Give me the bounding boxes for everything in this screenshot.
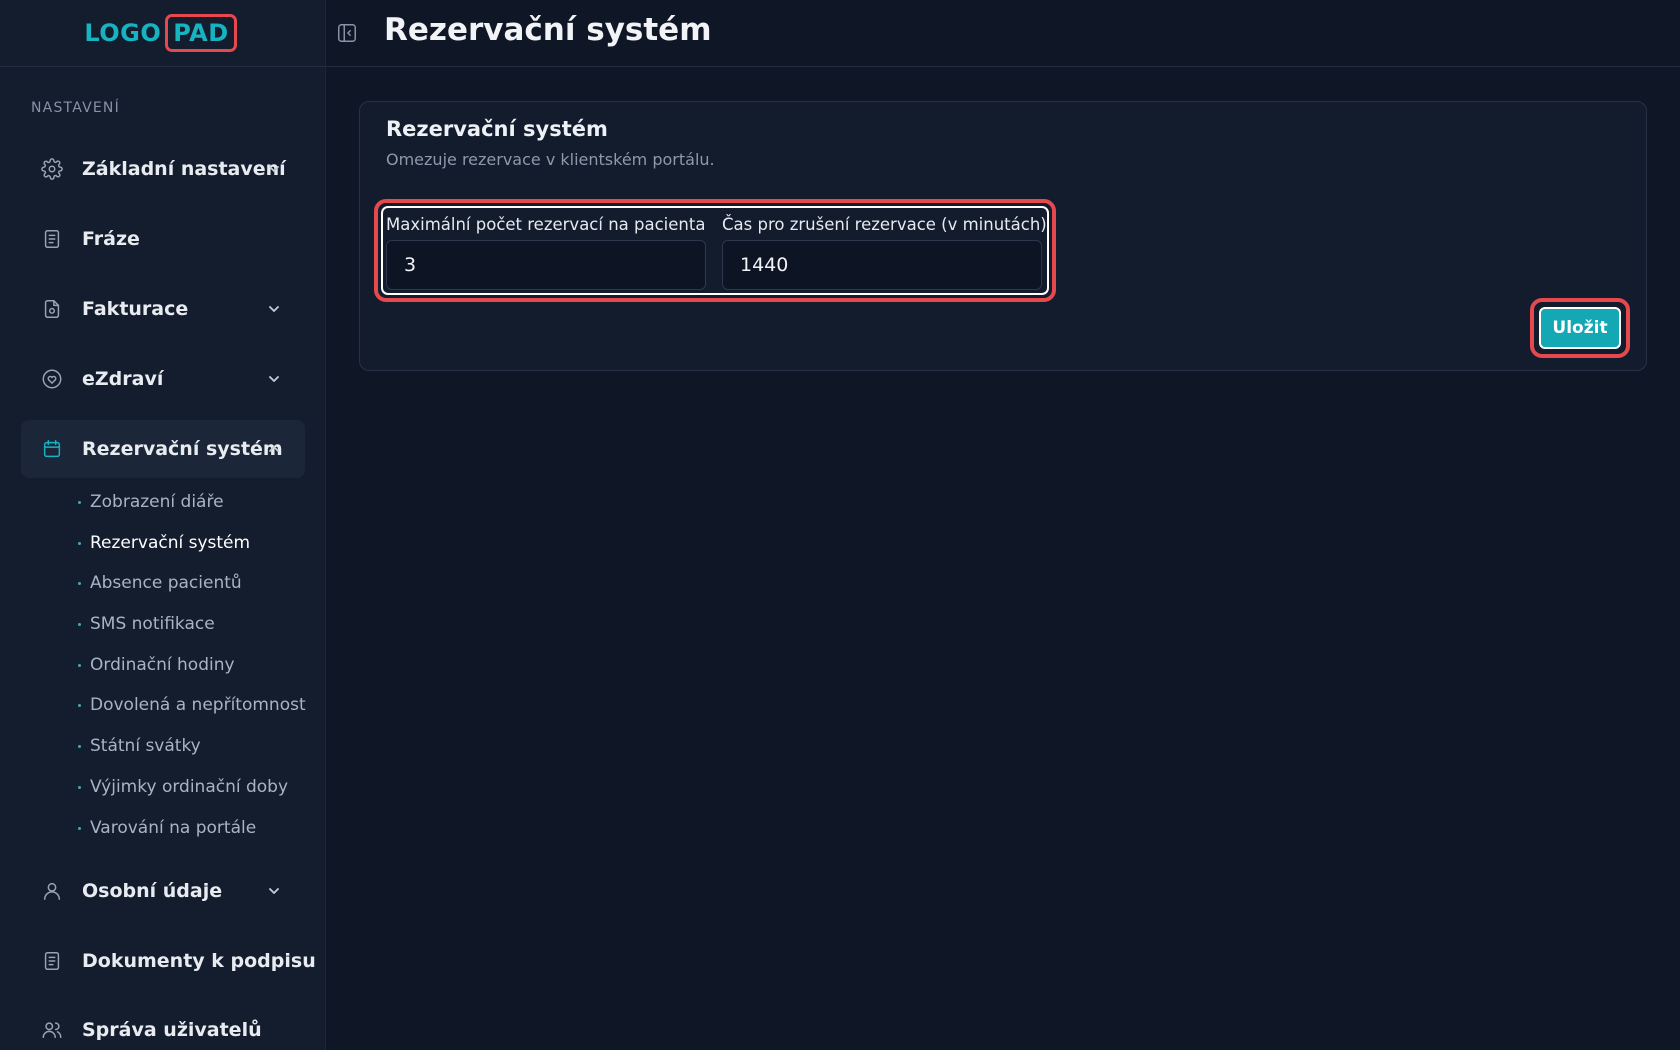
bullet-dot [78,500,81,504]
sidebar-subitem-label: Státní svátky [90,736,201,756]
sidebar-subitem-label: Zobrazení diáře [90,492,224,512]
sidebar-subitem-dovolena[interactable]: Dovolená a nepřítomnost [78,690,306,720]
sidebar-subitem-sms-notifikace[interactable]: SMS notifikace [78,609,215,639]
cancellation-time-label: Čas pro zrušení rezervace (v minutách) [722,215,1047,234]
sidebar-item-zakladni-nastaveni[interactable]: Základní nastavení [21,140,305,198]
logo-bar: LOGO PAD [0,0,325,67]
page-title: Rezervační systém [384,12,712,48]
card-title: Rezervační systém [386,117,608,141]
sidebar-subitem-label: Dovolená a nepřítomnost [90,695,306,715]
cancellation-time-input[interactable] [722,240,1042,290]
invoice-icon [41,298,63,320]
sidebar-item-label: Základní nastavení [82,158,286,180]
sidebar-item-fraze[interactable]: Fráze [21,210,305,268]
bullet-dot [78,826,81,830]
sidebar-item-label: Dokumenty k podpisu [82,950,316,972]
chevron-down-icon [267,162,281,176]
sidebar-subitem-varovani[interactable]: Varování na portále [78,813,256,843]
bullet-dot [78,663,81,667]
gear-icon [41,158,63,180]
chevron-down-icon [267,302,281,316]
heart-icon [41,368,63,390]
sidebar-subitem-label: Varování na portále [90,818,257,838]
user-icon [41,880,63,902]
sidebar-item-osobni-udaje[interactable]: Osobní údaje [21,862,305,920]
save-button-highlight: Uložit [1530,298,1630,358]
logo-text: LOGO [84,18,162,47]
bullet-dot [78,744,81,748]
document-icon [41,228,63,250]
bullet-dot [78,703,81,707]
sidebar-subitem-zobrazeni-diare[interactable]: Zobrazení diáře [78,487,224,517]
save-button[interactable]: Uložit [1539,307,1621,349]
users-icon [41,1019,63,1041]
sidebar-item-ezdravi[interactable]: eZdraví [21,350,305,408]
sidebar-item-label: Rezervační systém [82,438,283,460]
sidebar-item-label: Osobní údaje [82,880,223,902]
sidebar-subitem-label: Absence pacientů [90,573,242,593]
sidebar-subitem-absence-pacientu[interactable]: Absence pacientů [78,568,242,598]
sidebar-item-rezervacni-system[interactable]: Rezervační systém [21,420,305,478]
sidebar-subitem-statni-svatky[interactable]: Státní svátky [78,731,201,761]
sidebar-item-sprava-uzivatelu[interactable]: Správa uživatelů [21,1001,305,1050]
sidebar-subitem-vyjimky[interactable]: Výjimky ordinační doby [78,772,288,802]
logo[interactable]: LOGO PAD [84,14,237,52]
sidebar-subitem-rezervacni-system[interactable]: Rezervační systém [78,528,250,558]
section-label: NASTAVENÍ [31,100,120,116]
chevron-up-icon [267,442,281,456]
max-reservations-label: Maximální počet rezervací na pacienta [386,215,706,234]
calendar-icon [41,438,63,460]
topbar: Rezervační systém [326,0,1680,67]
sidebar-subitem-label: Rezervační systém [90,533,251,553]
sidebar-subitem-label: Výjimky ordinační doby [90,777,289,797]
settings-card: Rezervační systém Omezuje rezervace v kl… [359,101,1647,371]
sidebar-item-label: eZdraví [82,368,164,390]
sidebar-subitem-ordinacni-hodiny[interactable]: Ordinační hodiny [78,650,235,680]
sidebar-item-label: Správa uživatelů [82,1019,262,1041]
sidebar-collapse-icon[interactable] [336,22,358,44]
logo-pad-text: PAD [165,14,237,52]
bullet-dot [78,541,81,545]
sidebar: LOGO PAD NASTAVENÍ Základní nastavení Fr… [0,0,326,1050]
sidebar-item-label: Fráze [82,228,140,250]
sidebar-subitem-label: SMS notifikace [90,614,215,634]
bullet-dot [78,622,81,626]
chevron-down-icon [267,884,281,898]
max-reservations-input[interactable] [386,240,706,290]
sidebar-item-fakturace[interactable]: Fakturace [21,280,305,338]
chevron-down-icon [267,372,281,386]
card-description: Omezuje rezervace v klientském portálu. [386,150,715,169]
bullet-dot [78,785,81,789]
sidebar-subitem-label: Ordinační hodiny [90,655,235,675]
sidebar-item-label: Fakturace [82,298,189,320]
bullet-dot [78,581,81,585]
sidebar-item-dokumenty[interactable]: Dokumenty k podpisu [21,932,316,990]
document-icon [41,950,63,972]
